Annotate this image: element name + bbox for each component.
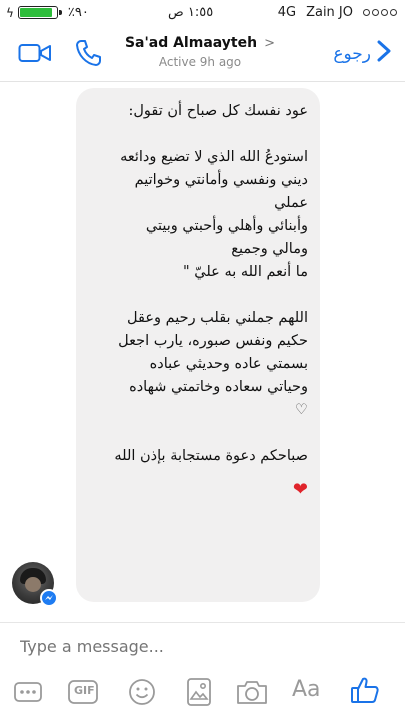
message-line: ومالي وجميع [231, 241, 308, 257]
message-line: حكيم ونفس صبوره، يارب اجعل [118, 333, 308, 349]
contact-title[interactable]: Sa'ad Almaayteh > Active 9h ago [120, 32, 280, 69]
message-line: وحياتي سعاده وخاتمتي شهاده [129, 379, 308, 395]
message-line: بسمتي عاده وحديثي عباده [149, 356, 308, 372]
network-type: 4G [277, 5, 297, 20]
aa-icon[interactable]: Aa [292, 677, 321, 702]
emoji-icon[interactable] [128, 678, 156, 710]
message-line: اللهم جملني بقلب رحيم وعقل [127, 310, 308, 326]
message-line: عملي [274, 195, 308, 211]
messenger-badge-icon [40, 589, 58, 607]
message-input[interactable] [20, 637, 380, 656]
battery-icon [17, 6, 62, 19]
like-icon[interactable] [350, 675, 380, 709]
more-icon[interactable] [14, 681, 42, 707]
message-line: وأبنائي وأهلي وأحبتي وبيتي [145, 218, 308, 234]
phone-icon[interactable] [75, 39, 101, 71]
message-bubble[interactable]: عود نفسك كل صباح أن تقول: استودعُ الله ا… [76, 88, 320, 602]
carrier-name: Zain JO [306, 5, 353, 20]
chevron-left-icon[interactable] [377, 40, 391, 67]
status-bar: ϟ ٪٩٠ ١:٥٥ ص 4G Zain JO [0, 0, 405, 26]
network-group: 4G Zain JO [278, 5, 397, 20]
message-line: استودعُ الله الذي لا تضيع ودائعه [120, 149, 308, 165]
signal-icon [363, 9, 397, 16]
gif-icon[interactable]: GIF [68, 679, 98, 709]
battery-level [19, 8, 53, 17]
camera-icon[interactable] [236, 679, 268, 709]
message-line: صباحكم دعوة مستجابة بإذن الله [114, 448, 308, 464]
avatar[interactable] [12, 562, 58, 607]
back-label[interactable]: رجوع [333, 44, 371, 64]
conversation-header: Sa'ad Almaayteh > Active 9h ago رجوع [0, 26, 405, 82]
composer-toolbar: GIF Aa [0, 677, 405, 711]
active-status: Active 9h ago [158, 55, 242, 69]
composer: GIF Aa [0, 622, 405, 720]
red-heart-icon: ❤ [292, 479, 308, 500]
message-thread[interactable]: عود نفسك كل صباح أن تقول: استودعُ الله ا… [0, 82, 405, 622]
heart-outline-icon: ♡ [295, 402, 308, 418]
contact-name[interactable]: Sa'ad Almaayteh [125, 35, 257, 51]
battery-group: ϟ ٪٩٠ [6, 5, 89, 20]
message-line: عود نفسك كل صباح أن تقول: [128, 103, 308, 119]
gif-label: GIF [74, 684, 95, 697]
back-button[interactable]: رجوع [333, 40, 391, 67]
photo-icon[interactable] [184, 677, 214, 711]
message-line: ديني ونفسي وأمانتي وخواتيم [134, 172, 308, 188]
chevron-right-icon[interactable]: > [264, 36, 275, 51]
avatar-face [25, 577, 41, 592]
charging-icon: ϟ [6, 5, 14, 20]
message-line: ما أنعم الله به عليّ " [183, 264, 308, 280]
video-call-icon[interactable] [18, 42, 52, 68]
clock: ١:٥٥ ص [168, 5, 214, 20]
battery-percent: ٪٩٠ [67, 5, 89, 20]
